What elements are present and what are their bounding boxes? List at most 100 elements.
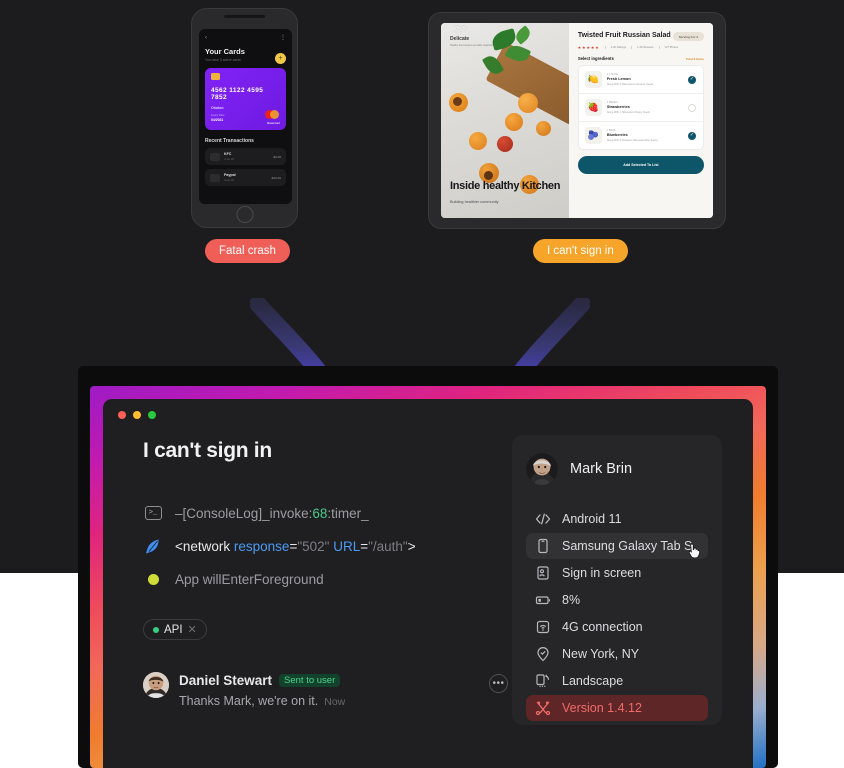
signal-icon	[535, 619, 551, 635]
screen-user-icon	[535, 565, 551, 581]
ingredient-row[interactable]: 🫐 1 BOWL Blueberries Along With 2 Teaspo…	[579, 122, 703, 149]
mouse-cursor-icon	[688, 543, 702, 559]
recipe-hero-image: Delicate Healthy food recipes and daily …	[441, 23, 569, 218]
device-info-card: Mark Brin Android 11 Samsung Galaxy Tab …	[512, 435, 722, 725]
check-icon[interactable]: ✓	[687, 75, 696, 84]
ingredient-qty: 1 X SLICE	[606, 73, 618, 77]
brand-name: Delicate	[450, 36, 470, 42]
transaction-row[interactable]: KFC June 28 -$2.00	[205, 148, 286, 165]
tag-label: API	[164, 623, 183, 636]
ingredients-header: Select ingredients Total 8 Items	[578, 56, 704, 61]
credit-card: 4562 1122 4595 7852 Oholon Expiry Date 0…	[205, 68, 286, 130]
kebab-menu-icon[interactable]: ⋮	[280, 34, 286, 41]
fatal-crash-pill[interactable]: Fatal crash	[205, 239, 290, 263]
spec-label: Version 1.4.12	[562, 701, 642, 715]
ingredient-row[interactable]: 🍓 2 PIECES Strawberries Along With 1 Tab…	[578, 94, 703, 123]
user-name: Mark Brin	[570, 461, 633, 477]
transaction-name: KFC	[224, 152, 232, 156]
hero-subtitle: Building healthier community	[450, 200, 499, 204]
log-text: <network response="502" URL="/auth">	[175, 539, 416, 554]
ingredients-total[interactable]: Total 8 Items	[686, 57, 704, 61]
spec-row-screen[interactable]: Sign in screen	[526, 560, 708, 586]
log-tag-close: >	[407, 538, 416, 554]
transaction-name: Paypal	[224, 173, 236, 177]
ingredient-thumb: 🫐	[584, 127, 602, 145]
ellipsis-icon[interactable]: •••	[489, 674, 508, 693]
spec-label: Samsung Galaxy Tab S	[562, 539, 693, 553]
ratings-count: 2.4K Ratings	[604, 46, 626, 50]
transaction-amount: -$10.00	[270, 175, 281, 180]
cant-sign-in-pill[interactable]: I can't sign in	[533, 239, 628, 263]
log-text: –[ConsoleLog]_invoke:68:timer_	[175, 506, 369, 521]
recipe-detail-panel: Twisted Fruit Russian Salad Serving For …	[568, 23, 713, 218]
transaction-icon	[210, 152, 220, 161]
terminal-icon: >_	[143, 503, 163, 523]
ingredient-desc: Along With 2 Tablespoons Sesame Seeds	[606, 82, 654, 86]
phone-speaker	[224, 15, 265, 18]
tag-api[interactable]: API ✕	[143, 619, 207, 640]
log-val-url: "/auth"	[368, 538, 408, 554]
check-icon[interactable]: ✓	[687, 131, 696, 140]
log-attr-url: URL	[329, 538, 361, 554]
maximize-window-button[interactable]	[148, 411, 156, 419]
user-header: Mark Brin	[526, 453, 708, 485]
spec-row-os[interactable]: Android 11	[526, 506, 708, 532]
transaction-row[interactable]: Paypal June 28 -$10.00	[205, 169, 286, 186]
log-prefix: –[ConsoleLog]_invoke:	[175, 505, 313, 521]
checkbox-empty-icon[interactable]	[687, 103, 696, 112]
spec-label: 8%	[562, 593, 581, 607]
phone-nav-bar: ‹ ⋮	[205, 34, 286, 42]
plus-icon[interactable]: +	[275, 53, 286, 64]
add-selected-button[interactable]: Add Selected To List	[577, 156, 704, 175]
home-button[interactable]	[236, 206, 253, 223]
spec-label: New York, NY	[562, 647, 640, 661]
spec-label: Landscape	[562, 674, 624, 688]
ingredient-row[interactable]: 🍋 1 X SLICE Fresh Lemon Along With 2 Tab…	[578, 66, 703, 95]
log-number: 68	[312, 505, 328, 521]
log-suffix: :timer_	[327, 505, 369, 521]
comment-item: Daniel Stewart Sent to user Thanks Mark, …	[143, 672, 508, 708]
transactions-title: Recent Transactions	[205, 138, 254, 144]
comment-message: Thanks Mark, we're on it.	[179, 694, 319, 708]
window-traffic-lights[interactable]	[118, 411, 156, 419]
avatar	[143, 672, 169, 698]
status-dot-icon	[143, 569, 163, 589]
ingredient-name: Strawberries	[606, 105, 630, 110]
status-badge: Sent to user	[279, 674, 341, 687]
chip-icon	[211, 73, 220, 80]
spec-label: Android 11	[562, 512, 622, 526]
spec-row-device[interactable]: Samsung Galaxy Tab S	[526, 533, 708, 559]
comment-body-row: Thanks Mark, we're on it. Now	[179, 694, 345, 708]
spec-row-version[interactable]: Version 1.4.12	[526, 695, 708, 721]
phone-page-title: Your Cards	[205, 47, 245, 56]
ingredient-desc: Along With 2 Teaspoon Worcestershire Sau…	[606, 138, 658, 142]
ingredient-desc: Along With 1 Tablespoon Poppy Seeds	[606, 110, 651, 114]
close-window-button[interactable]	[118, 411, 126, 419]
spec-row-battery[interactable]: 8%	[526, 587, 708, 613]
chevron-left-icon[interactable]: ‹	[205, 35, 207, 41]
ingredient-name: Blueberries	[606, 133, 628, 138]
decorative-dots	[454, 25, 468, 33]
spec-row-network[interactable]: 4G connection	[526, 614, 708, 640]
battery-icon	[535, 592, 551, 608]
card-number: 4562 1122 4595 7852	[211, 87, 264, 101]
reviews-count: 1.4K Reviews	[631, 46, 654, 50]
phone-page-subtitle: You have 3 active cards	[205, 58, 241, 62]
ingredient-name: Fresh Lemon	[606, 77, 631, 82]
comment-time: Now	[324, 696, 346, 708]
spec-row-orientation[interactable]: Landscape	[526, 668, 708, 694]
star-icon	[582, 46, 586, 49]
log-attr-response: response	[233, 538, 290, 554]
minimize-window-button[interactable]	[133, 411, 141, 419]
ingredient-thumb: 🍋	[584, 71, 602, 89]
star-icon	[577, 46, 581, 49]
tablet-screen: Delicate Healthy food recipes and daily …	[441, 23, 713, 218]
hero-title: Inside healthy Kitchen	[450, 179, 561, 192]
mastercard-icon	[265, 110, 280, 119]
avatar	[526, 453, 558, 485]
feather-icon	[143, 536, 163, 556]
spec-row-location[interactable]: New York, NY	[526, 641, 708, 667]
star-icon	[586, 46, 590, 49]
close-icon[interactable]: ✕	[188, 623, 197, 636]
location-icon	[535, 646, 551, 662]
